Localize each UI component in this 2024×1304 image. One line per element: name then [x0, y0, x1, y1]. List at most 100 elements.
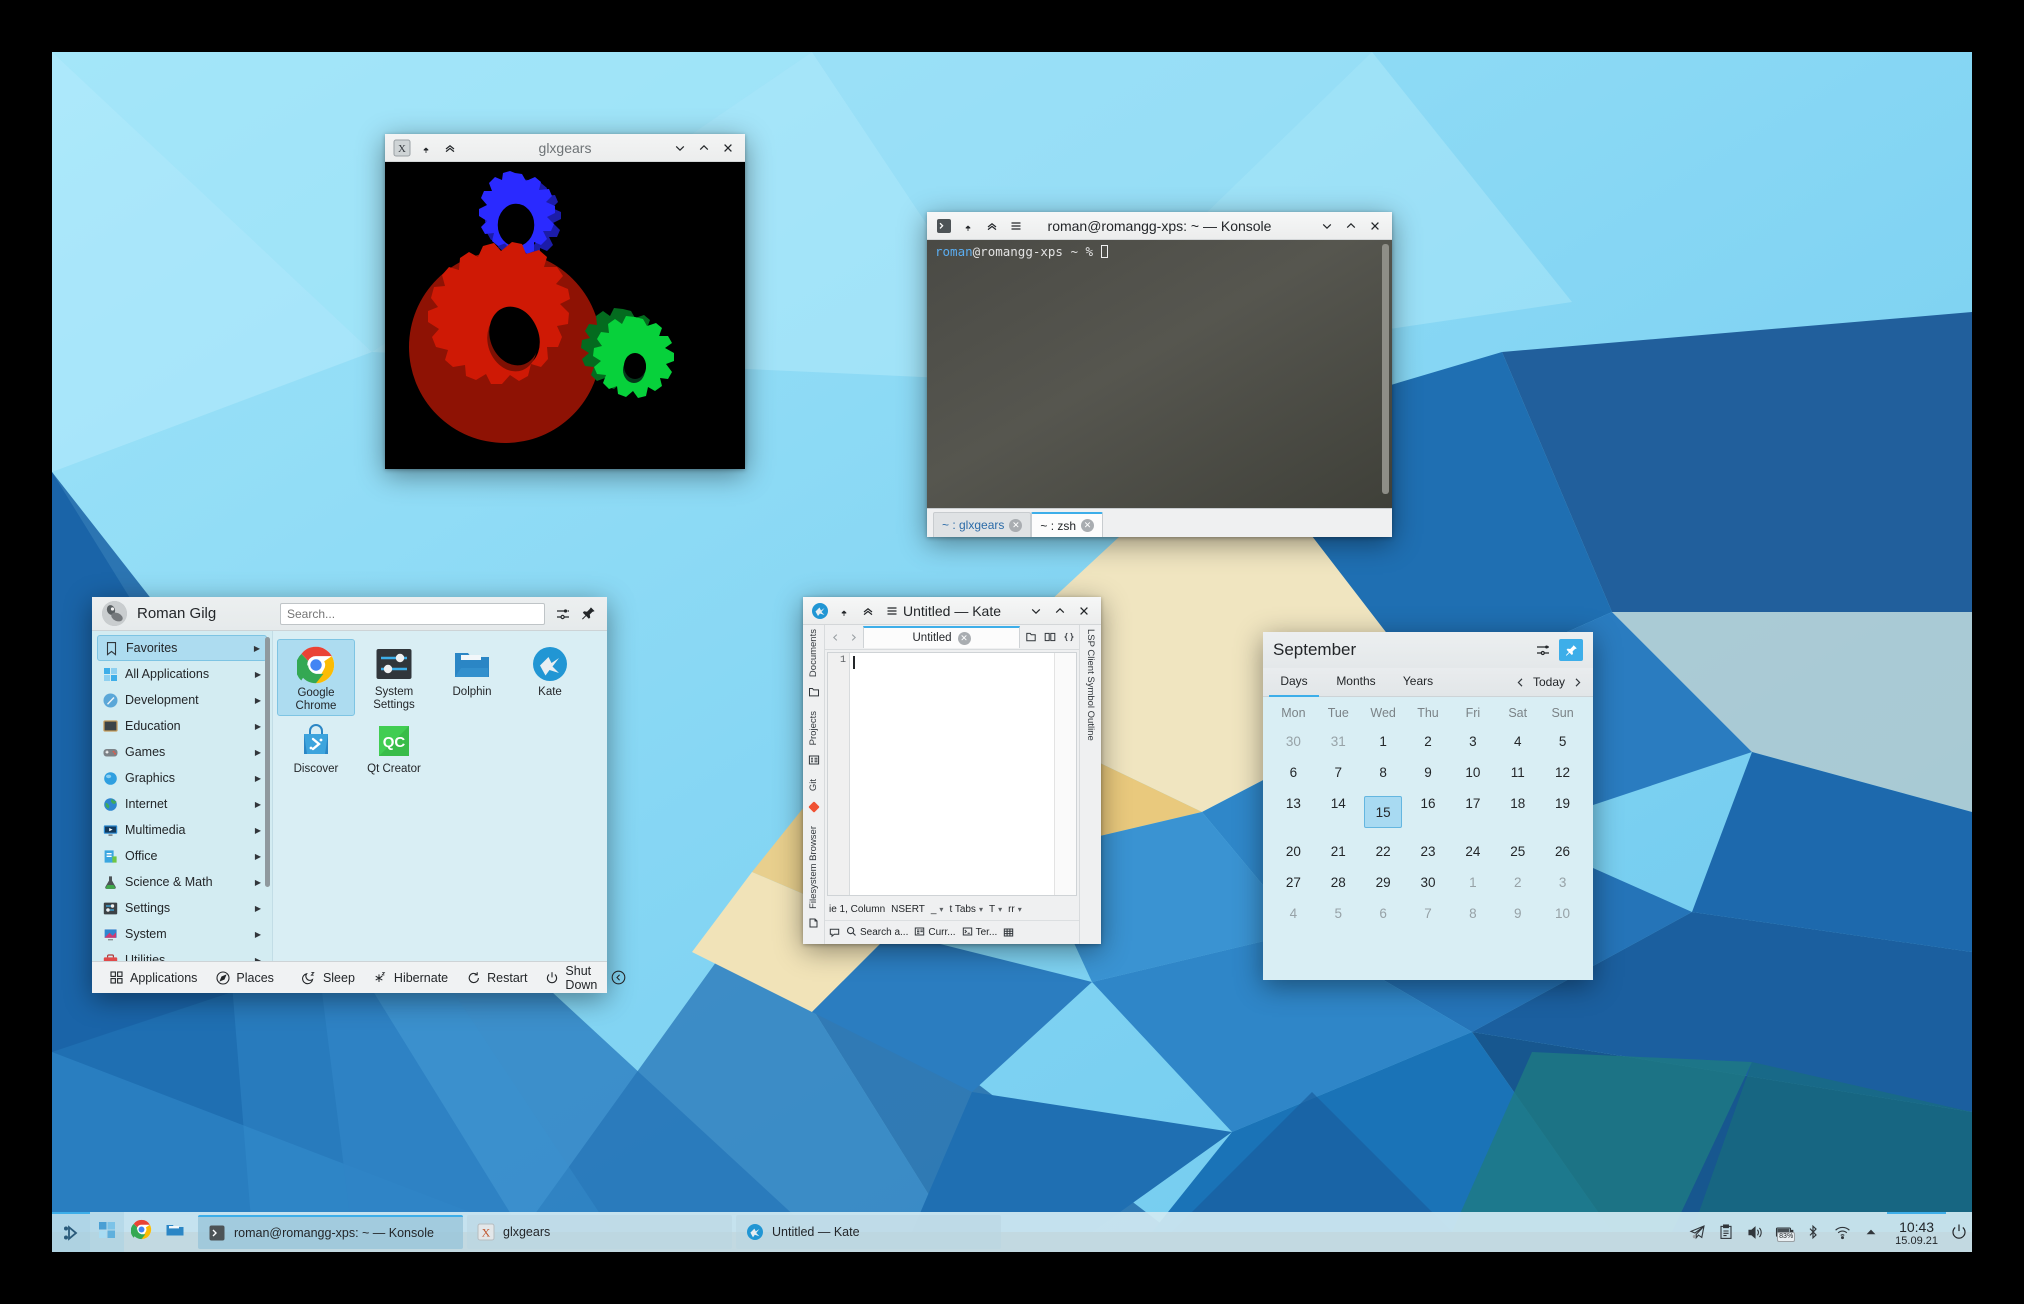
grid-icon[interactable] [1003, 927, 1014, 938]
calendar-day[interactable]: 31 [1316, 726, 1361, 757]
minimize-icon[interactable] [1316, 215, 1338, 237]
volume-icon[interactable] [1745, 1222, 1765, 1242]
calendar-day[interactable]: 29 [1361, 867, 1406, 898]
calendar-day[interactable]: 4 [1271, 898, 1316, 929]
calendar-day[interactable]: 12 [1540, 757, 1585, 788]
footer-sleep-button[interactable]: Sleep [293, 966, 364, 990]
close-icon[interactable]: ✕ [1081, 519, 1095, 532]
launcher-category-office[interactable]: Office ▶ [97, 843, 267, 869]
calendar-day[interactable]: 16 [1406, 788, 1451, 836]
taskbar-task[interactable]: Untitled — Kate [736, 1215, 1001, 1249]
calendar-day[interactable]: 5 [1316, 898, 1361, 929]
konsole-tab-zsh[interactable]: ~ : zsh ✕ [1031, 512, 1104, 537]
brackets-icon[interactable] [1060, 628, 1077, 646]
new-file-icon[interactable] [1022, 628, 1039, 646]
launcher-category-settings[interactable]: Settings ▶ [97, 895, 267, 921]
clipboard-icon[interactable] [1716, 1222, 1736, 1242]
tab-months[interactable]: Months [1325, 668, 1387, 697]
launcher-category-favorites[interactable]: Favorites ▶ [97, 635, 267, 661]
calendar-day[interactable]: 25 [1495, 836, 1540, 867]
kate-sidebar-filesystem-browser[interactable]: Filesystem Browser [808, 826, 819, 909]
calendar-day[interactable]: 1 [1450, 867, 1495, 898]
calendar-day-today[interactable]: 15 [1361, 788, 1406, 836]
kate-text-area[interactable] [850, 653, 1054, 895]
launcher-category-all-applications[interactable]: All Applications ▶ [97, 661, 267, 687]
calendar-day[interactable]: 14 [1316, 788, 1361, 836]
launcher-category-scrollbar[interactable] [265, 637, 270, 887]
calendar-day[interactable]: 7 [1406, 898, 1451, 929]
kate-bottom-toolbar[interactable]: Search a... Curr... Ter... [825, 920, 1079, 944]
close-icon[interactable] [1364, 215, 1386, 237]
calendar-day[interactable]: 6 [1361, 898, 1406, 929]
maximize-icon[interactable] [693, 137, 715, 159]
hamburger-menu-icon[interactable] [881, 600, 903, 622]
kate-editor[interactable]: 1 [827, 652, 1077, 896]
configure-icon[interactable] [1534, 642, 1551, 659]
hamburger-menu-icon[interactable] [1005, 215, 1027, 237]
chevron-left-icon[interactable] [1513, 673, 1529, 691]
footer-shutdown-button[interactable]: Shut Down [536, 964, 607, 992]
calendar-day[interactable]: 28 [1316, 867, 1361, 898]
favorite-dolphin[interactable]: Dolphin [433, 639, 511, 716]
maximize-icon[interactable] [1340, 215, 1362, 237]
taskbar-task[interactable]: roman@romangg-xps: ~ — Konsole [198, 1215, 463, 1249]
calendar-day[interactable]: 22 [1361, 836, 1406, 867]
close-icon[interactable]: ✕ [1009, 518, 1023, 532]
minimize-icon[interactable] [1025, 600, 1047, 622]
kate-encoding[interactable]: T ▾ [989, 904, 1002, 915]
calendar-day[interactable]: 3 [1450, 726, 1495, 757]
calendar-day[interactable]: 5 [1540, 726, 1585, 757]
tab-years[interactable]: Years [1387, 668, 1449, 697]
kate-current-project-button[interactable]: Curr... [914, 926, 956, 940]
close-icon[interactable] [1073, 600, 1095, 622]
minimize-icon[interactable] [669, 137, 691, 159]
system-tray[interactable]: 83% [1687, 1222, 1887, 1242]
calendar-day[interactable]: 18 [1495, 788, 1540, 836]
desktop[interactable]: X glxgears roman@romangg-xps: ~ — Konsol… [52, 52, 1972, 1232]
close-icon[interactable]: ✕ [957, 631, 971, 645]
application-launcher[interactable]: Roman Gilg Favorites▶All Applications▶De… [92, 597, 626, 993]
split-view-icon[interactable] [1041, 628, 1058, 646]
calendar-tabbar[interactable]: Days Months Years Today [1263, 668, 1593, 697]
launcher-category-multimedia[interactable]: Multimedia ▶ [97, 817, 267, 843]
calendar-day[interactable]: 19 [1540, 788, 1585, 836]
glxgears-titlebar[interactable]: X glxgears [385, 134, 745, 162]
launcher-category-system[interactable]: System ▶ [97, 921, 267, 947]
kate-sidebar-git[interactable]: Git [808, 779, 819, 791]
favorite-system-settings[interactable]: System Settings [355, 639, 433, 716]
launcher-category-internet[interactable]: Internet ▶ [97, 791, 267, 817]
footer-applications-button[interactable]: Applications [100, 966, 206, 990]
taskbar-panel[interactable]: roman@romangg-xps: ~ — Konsole Xglxgears U… [52, 1212, 1972, 1252]
launcher-category-utilities[interactable]: Utilities ▶ [97, 947, 267, 961]
taskbar-task[interactable]: Xglxgears [467, 1215, 732, 1249]
chevron-right-icon[interactable] [845, 628, 861, 646]
calendar-day[interactable]: 23 [1406, 836, 1451, 867]
calendar-day[interactable]: 2 [1406, 726, 1451, 757]
konsole-tabbar[interactable]: ~ : glxgears ✕ ~ : zsh ✕ [927, 508, 1392, 537]
footer-places-button[interactable]: Places [206, 966, 283, 990]
calendar-grid[interactable]: Mon Tue Wed Thu Fri Sat Sun 30 31 1 2 3 4 5 6 7 8… [1263, 697, 1593, 933]
calendar-day[interactable]: 7 [1316, 757, 1361, 788]
kate-soft-tabs[interactable]: _ ▾ [931, 904, 944, 915]
output-icon[interactable] [829, 927, 840, 938]
calendar-day[interactable]: 9 [1495, 898, 1540, 929]
kate-sidebar-projects[interactable]: Projects [808, 711, 819, 745]
launcher-category-games[interactable]: Games ▶ [97, 739, 267, 765]
keep-above-icon[interactable] [833, 600, 855, 622]
konsole-titlebar[interactable]: roman@romangg-xps: ~ — Konsole [927, 212, 1392, 240]
calendar-weeks[interactable]: 30 31 1 2 3 4 5 6 7 8 9 10 11 12 13 14 15 16 17 18 19 20 21 22 2… [1271, 726, 1585, 929]
calendar-day[interactable]: 8 [1450, 898, 1495, 929]
launcher-footer[interactable]: Applications Places Sleep Hibernate Rest… [92, 961, 626, 993]
task-manager[interactable]: roman@romangg-xps: ~ — Konsole Xglxgears U… [198, 1212, 1001, 1252]
calendar-day[interactable]: 30 [1406, 867, 1451, 898]
keep-above-icon[interactable] [957, 215, 979, 237]
shade-icon[interactable] [439, 137, 461, 159]
kate-right-sidebar[interactable]: LSP Client Symbol Outline [1079, 625, 1101, 944]
kate-minimap[interactable] [1054, 653, 1076, 895]
quicklaunch-show-desktop[interactable] [90, 1212, 124, 1252]
chevron-right-icon[interactable] [1569, 673, 1585, 691]
digital-clock[interactable]: 10:43 15.09.21 [1887, 1212, 1946, 1252]
calendar-applet[interactable]: September Days Months Years Today Mon Tu… [1263, 632, 1593, 980]
calendar-day[interactable]: 26 [1540, 836, 1585, 867]
calendar-day[interactable]: 11 [1495, 757, 1540, 788]
